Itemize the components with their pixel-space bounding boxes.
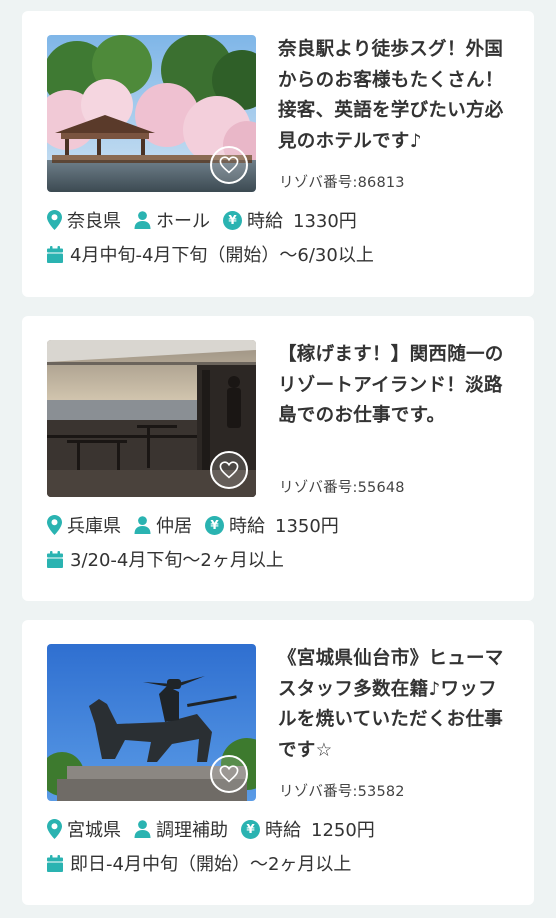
job-meta: 奈良県 ホール ¥ 時給 1330円 <box>47 207 370 233</box>
position: 仲居 <box>134 512 192 538</box>
heart-icon <box>219 461 239 479</box>
job-title[interactable]: 【稼げます！】関西随一のリゾートアイランド！淡路島でのお仕事です。 <box>278 340 514 432</box>
job-card[interactable]: 《宮城県仙台市》ヒューマスタッフ多数在籍♪ワッフルを焼いていただくお仕事です☆ … <box>22 620 534 905</box>
heart-icon <box>219 156 239 174</box>
job-thumbnail[interactable] <box>47 35 256 192</box>
wage-value: 1350円 <box>275 516 339 537</box>
resort-number: リゾバ番号:55648 <box>279 476 405 497</box>
calendar-icon <box>47 550 63 568</box>
job-title[interactable]: 奈良駅より徒歩スグ！外国からのお客様もたくさん！接客、英語を学びたい方必見のホテ… <box>278 35 514 157</box>
period-label: 3/20-4月下旬〜2ヶ月以上 <box>70 550 284 571</box>
wage-value: 1250円 <box>311 820 375 841</box>
favorite-button[interactable] <box>210 451 248 489</box>
resort-number: リゾバ番号:53582 <box>279 780 405 801</box>
job-card[interactable]: 奈良駅より徒歩スグ！外国からのお客様もたくさん！接客、英語を学びたい方必見のホテ… <box>22 11 534 297</box>
resort-number-label: リゾバ番号: <box>279 175 358 191</box>
yen-icon: ¥ <box>223 210 242 230</box>
work-period: 即日-4月中旬（開始）〜2ヶ月以上 <box>47 850 351 876</box>
resort-number: リゾバ番号:86813 <box>279 171 405 192</box>
yen-icon: ¥ <box>205 515 224 535</box>
job-card[interactable]: 【稼げます！】関西随一のリゾートアイランド！淡路島でのお仕事です。 リゾバ番号:… <box>22 316 534 601</box>
position-label: 仲居 <box>156 516 192 537</box>
resort-number-label: リゾバ番号: <box>279 784 358 800</box>
prefecture-label: 奈良県 <box>67 211 121 232</box>
prefecture-label: 兵庫県 <box>67 516 121 537</box>
favorite-button[interactable] <box>210 755 248 793</box>
prefecture-label: 宮城県 <box>67 820 121 841</box>
prefecture: 奈良県 <box>47 207 121 233</box>
wage-label: 時給 <box>229 516 265 537</box>
job-list: 奈良駅より徒歩スグ！外国からのお客様もたくさん！接客、英語を学びたい方必見のホテ… <box>0 0 556 918</box>
position: 調理補助 <box>134 816 228 842</box>
position: ホール <box>134 207 210 233</box>
person-icon <box>134 820 151 838</box>
person-icon <box>134 211 151 229</box>
job-meta: 兵庫県 仲居 ¥ 時給 1350円 <box>47 512 352 538</box>
job-thumbnail[interactable] <box>47 340 256 497</box>
map-pin-icon <box>47 819 62 839</box>
prefecture: 兵庫県 <box>47 512 121 538</box>
resort-number-value: 86813 <box>357 175 405 191</box>
calendar-icon <box>47 854 63 872</box>
wage: ¥ 時給 1250円 <box>241 816 375 842</box>
job-thumbnail[interactable] <box>47 644 256 801</box>
period-label: 4月中旬-4月下旬（開始）〜6/30以上 <box>70 245 374 266</box>
resort-number-value: 53582 <box>357 784 405 800</box>
resort-number-label: リゾバ番号: <box>279 480 358 496</box>
map-pin-icon <box>47 515 62 535</box>
job-meta: 宮城県 調理補助 ¥ 時給 1250円 <box>47 816 388 842</box>
period-label: 即日-4月中旬（開始）〜2ヶ月以上 <box>70 854 352 875</box>
calendar-icon <box>47 245 63 263</box>
work-period: 3/20-4月下旬〜2ヶ月以上 <box>47 546 284 572</box>
wage: ¥ 時給 1330円 <box>223 207 357 233</box>
yen-icon: ¥ <box>241 819 260 839</box>
wage-label: 時給 <box>247 211 283 232</box>
job-title[interactable]: 《宮城県仙台市》ヒューマスタッフ多数在籍♪ワッフルを焼いていただくお仕事です☆ <box>278 644 514 766</box>
wage: ¥ 時給 1350円 <box>205 512 339 538</box>
heart-icon <box>219 765 239 783</box>
wage-value: 1330円 <box>293 211 357 232</box>
favorite-button[interactable] <box>210 146 248 184</box>
prefecture: 宮城県 <box>47 816 121 842</box>
position-label: ホール <box>156 211 210 232</box>
map-pin-icon <box>47 210 62 230</box>
resort-number-value: 55648 <box>357 480 405 496</box>
person-icon <box>134 516 151 534</box>
work-period: 4月中旬-4月下旬（開始）〜6/30以上 <box>47 241 374 267</box>
position-label: 調理補助 <box>156 820 228 841</box>
wage-label: 時給 <box>265 820 301 841</box>
